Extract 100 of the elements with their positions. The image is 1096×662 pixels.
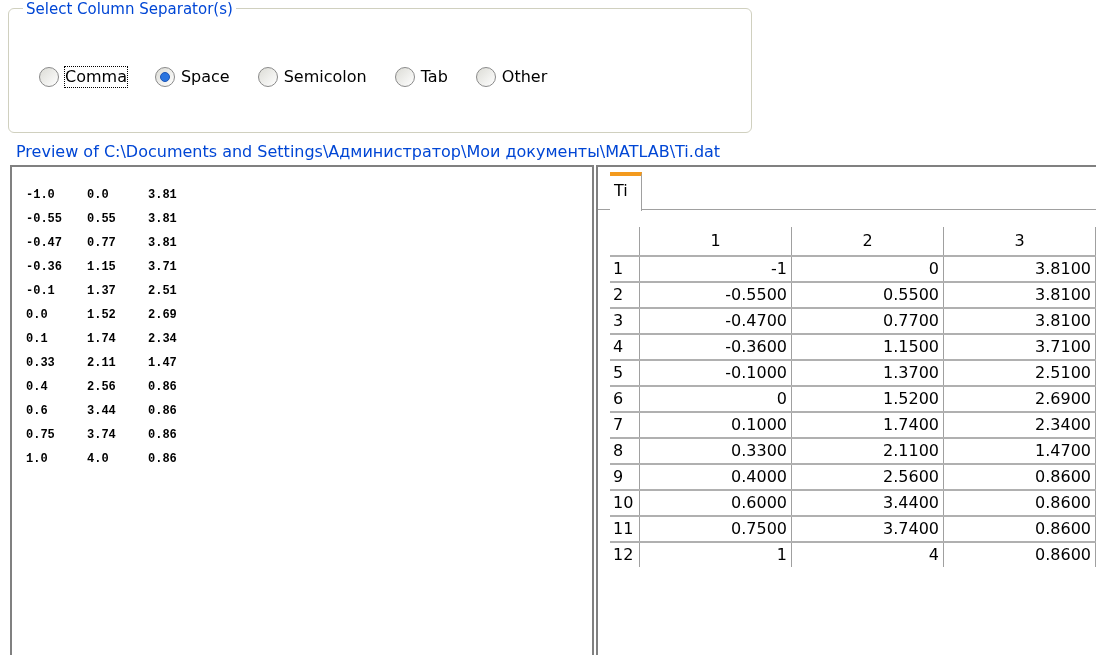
radio-label: Space [180, 67, 230, 87]
raw-text-value: 0.33 [26, 355, 56, 372]
table-cell: 3.4400 [792, 491, 944, 515]
table-cell: 2.3400 [944, 413, 1096, 437]
table-cell: -0.3600 [640, 335, 792, 359]
table-cell: 3.8100 [944, 257, 1096, 281]
raw-text-value: 0.1 [26, 331, 49, 348]
raw-text-value: 0.86 [148, 379, 178, 396]
radio-button[interactable] [154, 67, 175, 87]
raw-text-value: 0.86 [148, 427, 178, 444]
table-cell: 1.4700 [944, 439, 1096, 463]
table-cell: 0.8600 [944, 543, 1096, 567]
raw-text-value: 2.69 [148, 307, 178, 324]
table-cell: 3.8100 [944, 309, 1096, 333]
raw-text-value: 0.55 [87, 211, 117, 228]
radio-option[interactable]: Other [475, 67, 548, 87]
preview-path-label: Preview of C:\Documents and Settings\Администратор\Мои документы\MATLAB\Ti.dat [16, 142, 721, 161]
raw-text-value: 1.15 [87, 259, 117, 276]
table-cell: 1 [640, 543, 792, 567]
table-cell: 0.7500 [640, 517, 792, 541]
row-header: 7 [610, 413, 640, 437]
radio-option[interactable]: Space [154, 67, 230, 87]
raw-text-value: 0.0 [87, 187, 110, 204]
table-cell: 0.8600 [944, 517, 1096, 541]
table-cell: 2.5600 [792, 465, 944, 489]
table-cell: 0 [640, 387, 792, 411]
row-header: 4 [610, 335, 640, 359]
radio-label: Semicolon [283, 67, 367, 87]
table-cell: 2.5100 [944, 361, 1096, 385]
table-cell: -0.1000 [640, 361, 792, 385]
raw-text-value: 2.11 [87, 355, 117, 372]
row-header: 1 [610, 257, 640, 281]
sheet-tab[interactable]: Ti [610, 172, 642, 211]
table-cell: 2.6900 [944, 387, 1096, 411]
table-cell: 1.3700 [792, 361, 944, 385]
radio-button[interactable] [394, 67, 415, 87]
table-cell: 0.8600 [944, 465, 1096, 489]
table-cell: 1.5200 [792, 387, 944, 411]
raw-text-value: 1.0 [26, 451, 49, 468]
table-cell: 0.3300 [640, 439, 792, 463]
raw-text-value: 3.44 [87, 403, 117, 420]
raw-text-value: 3.81 [148, 211, 178, 228]
radio-label: Tab [420, 67, 448, 87]
raw-text-value: 0.6 [26, 403, 49, 420]
table-cell: 4 [792, 543, 944, 567]
row-header: 9 [610, 465, 640, 489]
raw-text-value: 1.47 [148, 355, 178, 372]
table-cell: 2.1100 [792, 439, 944, 463]
table-cell: 3.7100 [944, 335, 1096, 359]
group-title: Select Column Separator(s) [23, 1, 236, 17]
table-cell: -1 [640, 257, 792, 281]
raw-text-value: -0.47 [26, 235, 63, 252]
radio-button[interactable] [257, 67, 278, 87]
radio-label: Comma [65, 67, 127, 87]
table-cell: 1.1500 [792, 335, 944, 359]
row-header: 12 [610, 543, 640, 567]
raw-text-value: 0.86 [148, 451, 178, 468]
raw-text-value: 3.81 [148, 235, 178, 252]
radio-label: Other [501, 67, 548, 87]
table-cell: 0.8600 [944, 491, 1096, 515]
table-cell: -0.4700 [640, 309, 792, 333]
row-header: 6 [610, 387, 640, 411]
raw-text-value: 0.4 [26, 379, 49, 396]
raw-text-value: 2.51 [148, 283, 178, 300]
row-header: 2 [610, 283, 640, 307]
table-cell: 1.7400 [792, 413, 944, 437]
raw-text-value: 2.56 [87, 379, 117, 396]
radio-option[interactable]: Tab [394, 67, 448, 87]
raw-text-value: 3.74 [87, 427, 117, 444]
radio-option[interactable]: Comma [39, 67, 127, 87]
raw-text-value: 4.0 [87, 451, 110, 468]
raw-text-value: 1.74 [87, 331, 117, 348]
raw-text-value: 1.37 [87, 283, 117, 300]
row-header: 5 [610, 361, 640, 385]
raw-text-value: 0.0 [26, 307, 49, 324]
radio-button[interactable] [475, 67, 496, 87]
raw-text-value: 1.52 [87, 307, 117, 324]
raw-text-value: -0.36 [26, 259, 63, 276]
table-cell: 0.6000 [640, 491, 792, 515]
raw-text-value: 0.77 [87, 235, 117, 252]
raw-text-value: 3.81 [148, 187, 178, 204]
table-cell: -0.5500 [640, 283, 792, 307]
raw-text-value: 0.86 [148, 403, 178, 420]
table-cell: 0.5500 [792, 283, 944, 307]
raw-text-value: -0.1 [26, 283, 56, 300]
table-cell: 0.1000 [640, 413, 792, 437]
raw-text-value: 2.34 [148, 331, 178, 348]
column-header: 3 [944, 227, 1096, 255]
table-cell: 3.7400 [792, 517, 944, 541]
radio-option[interactable]: Semicolon [257, 67, 367, 87]
radio-button[interactable] [39, 67, 59, 87]
row-header: 11 [610, 517, 640, 541]
column-header: 1 [640, 227, 792, 255]
raw-text-value: -1.0 [26, 187, 56, 204]
raw-text-value: -0.55 [26, 211, 63, 228]
row-header: 8 [610, 439, 640, 463]
row-header: 10 [610, 491, 640, 515]
raw-text-value: 0.75 [26, 427, 56, 444]
table-cell: 0.4000 [640, 465, 792, 489]
row-header: 3 [610, 309, 640, 333]
